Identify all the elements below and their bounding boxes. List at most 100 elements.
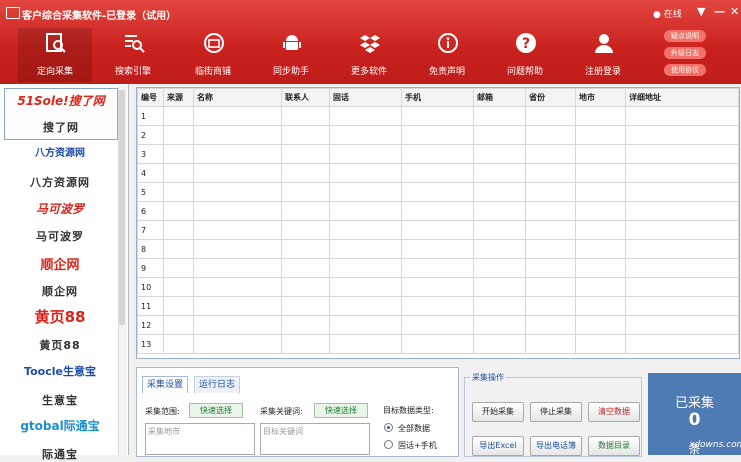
table-cell [281,296,330,316]
vendor-item-huangye88[interactable]: 黄页88 黄页88 [4,304,116,354]
column-header[interactable]: 邮箱 [473,88,526,107]
row-number: 12 [137,315,164,335]
online-status-label: 在线 [663,10,682,20]
vendor-item-51sole[interactable]: 51Sole!搜了网 搜了网 [4,88,118,140]
table-row[interactable]: 7 [137,220,739,240]
tool-register-login[interactable]: 注册登录 [566,28,640,82]
tool-disclaimer[interactable]: 免责声明 [410,28,484,82]
tool-label: 问题帮助 [506,67,543,77]
tool-label: 同步助手 [272,67,309,77]
sidebar-scroll-thumb[interactable] [119,90,125,325]
table-row[interactable]: 9 [137,258,739,278]
tool-directed-collect[interactable]: 定向采集 [18,28,92,82]
radio-all-data[interactable] [384,423,393,432]
tab-collect-settings[interactable]: 采集设置 [142,376,189,393]
link-doubts[interactable]: 疑点说明 [664,30,706,42]
close-icon[interactable]: ✕ [730,5,739,18]
collected-count: 0 [688,410,701,430]
minimize-icon[interactable]: — [714,5,725,18]
row-number: 3 [137,144,164,164]
table-cell [473,334,526,354]
tab-run-log[interactable]: 运行日志 [194,376,241,393]
table-cell [625,334,739,354]
vendor-item-bafang[interactable]: 八方资源网 八方资源网 [4,142,116,192]
column-header[interactable]: 来源 [163,88,194,107]
column-header[interactable]: 详细地址 [625,88,739,107]
table-cell [625,182,739,202]
column-header[interactable]: 省份 [525,88,576,107]
table-row[interactable]: 3 [137,144,739,164]
stop-collect-button[interactable]: 停止采集 [530,402,582,422]
table-cell [163,315,194,335]
row-number: 9 [137,258,164,278]
column-header[interactable]: 固话 [329,88,402,107]
table-cell [473,163,526,183]
menu-down-icon[interactable]: ▼ [697,5,705,18]
export-phonebook-button[interactable]: 导出电话簿 [530,436,582,456]
table-cell [473,144,526,164]
table-cell [401,106,474,126]
table-row[interactable]: 12 [137,315,739,335]
table-cell [193,125,282,145]
column-header[interactable]: 编号 [137,88,164,107]
table-row[interactable]: 13 [137,334,739,354]
table-row[interactable]: 10 [137,277,739,297]
clear-data-button[interactable]: 清空数据 [588,402,640,422]
column-header[interactable]: 联系人 [281,88,330,107]
table-cell [329,334,402,354]
data-directory-button[interactable]: 数据目录 [588,436,640,456]
tool-sync-assistant[interactable]: 同步助手 [254,28,328,82]
tool-label: 定向采集 [36,67,73,77]
link-terms[interactable]: 使用协议 [664,64,706,76]
table-cell [329,106,402,126]
online-status[interactable]: ● 在线 [653,7,682,20]
column-header[interactable]: 名称 [193,88,282,107]
table-cell [401,296,474,316]
tool-label: 更多软件 [350,67,387,77]
vendor-name: 生意宝 [42,394,78,407]
row-number: 1 [137,106,164,126]
table-cell [473,182,526,202]
target-type-label: 目标数据类型: [383,406,434,415]
range-input[interactable]: 采集地市 [145,423,255,455]
table-row[interactable]: 6 [137,201,739,221]
table-row[interactable]: 2 [137,125,739,145]
tool-more-software[interactable]: 更多软件 [332,28,406,82]
column-header[interactable]: 地市 [575,88,626,107]
keyword-input[interactable]: 目标关键词 [260,423,370,455]
table-cell [625,258,739,278]
table-row[interactable]: 5 [137,182,739,202]
tool-street-shops[interactable]: 临街商铺 [176,28,250,82]
link-update-log[interactable]: 升级日志 [664,47,706,59]
keyword-quick-select-button[interactable]: 快速选择 [314,403,368,418]
table-cell [193,163,282,183]
table-row[interactable]: 11 [137,296,739,316]
table-cell [625,201,739,221]
table-cell [625,125,739,145]
range-quick-select-button[interactable]: 快速选择 [189,403,243,418]
table-cell [281,220,330,240]
results-table[interactable]: 编号 来源 名称 联系人 固话 手机 邮箱 省份 地市 详细地址 1234567… [136,87,740,359]
table-cell [329,315,402,335]
tool-search-engine[interactable]: 搜索引擎 [96,28,170,82]
vendor-item-toocle[interactable]: Toocle生意宝 生意宝 [4,360,116,408]
table-cell [281,334,330,354]
vendor-item-gtobal[interactable]: gtobal际通宝 际通宝 [4,414,116,461]
table-cell [329,182,402,202]
table-cell [575,182,626,202]
table-cell [163,334,194,354]
start-collect-button[interactable]: 开始采集 [472,402,524,422]
vendor-item-11467[interactable]: 顺企网 顺企网 [4,250,116,300]
table-row[interactable]: 1 [137,106,739,126]
table-cell [329,277,402,297]
table-row[interactable]: 8 [137,239,739,259]
table-row[interactable]: 4 [137,163,739,183]
vendor-item-makepolo[interactable]: 马可波罗 马可波罗 [4,196,116,244]
radio-phone-mobile[interactable] [384,440,393,449]
vendor-name: 顺企网 [42,285,78,298]
column-header[interactable]: 手机 [401,88,474,107]
table-cell [193,201,282,221]
tool-help[interactable]: ? 问题帮助 [488,28,562,82]
export-excel-button[interactable]: 导出Excel [472,436,524,456]
table-header: 编号 来源 名称 联系人 固话 手机 邮箱 省份 地市 详细地址 [137,88,739,107]
